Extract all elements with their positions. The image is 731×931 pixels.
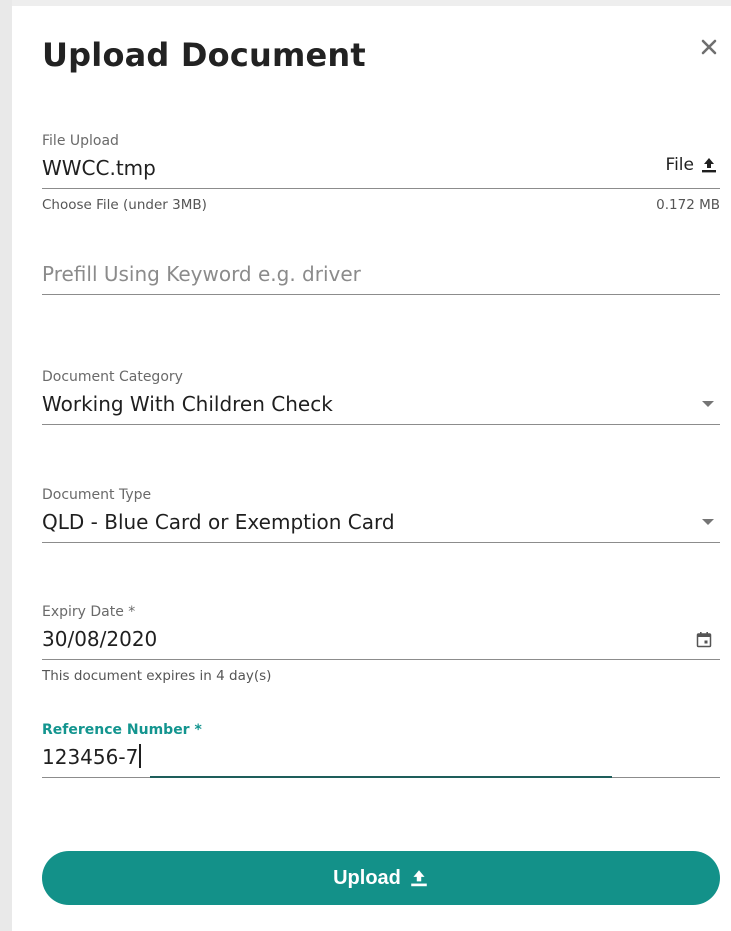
- reference-number-value-wrapper: 123456-7: [42, 744, 142, 770]
- expiry-hint: This document expires in 4 day(s): [42, 668, 272, 684]
- prefill-keyword-placeholder: Prefill Using Keyword e.g. driver: [42, 262, 361, 286]
- expiry-date-field[interactable]: Expiry Date * 30/08/2020 This document e…: [42, 603, 720, 685]
- file-upload-label: File Upload: [42, 133, 119, 149]
- dropdown-arrow-icon: [702, 519, 714, 525]
- file-upload-hint-row: Choose File (under 3MB) 0.172 MB: [42, 196, 720, 214]
- upload-icon: [702, 158, 716, 173]
- close-icon: [701, 39, 717, 55]
- upload-button-label: Upload: [333, 866, 401, 889]
- document-type-label: Document Type: [42, 487, 152, 503]
- document-category-label: Document Category: [42, 369, 183, 385]
- file-upload-row[interactable]: WWCC.tmp File: [42, 150, 720, 189]
- choose-file-button[interactable]: File: [666, 155, 718, 175]
- expiry-date-label: Expiry Date *: [42, 604, 136, 620]
- document-type-value: QLD - Blue Card or Exemption Card: [42, 510, 395, 534]
- focus-underline: [150, 776, 612, 778]
- backdrop-edge: [0, 0, 12, 931]
- calendar-button[interactable]: [696, 631, 712, 652]
- upload-document-dialog: Upload Document File Upload WWCC.tmp Fil…: [12, 6, 731, 931]
- reference-number-value: 123456-7: [42, 745, 139, 769]
- document-category-select[interactable]: Working With Children Check: [42, 386, 720, 425]
- reference-number-label: Reference Number *: [42, 722, 202, 738]
- document-type-field[interactable]: Document Type QLD - Blue Card or Exempti…: [42, 486, 720, 543]
- text-cursor: [139, 744, 142, 768]
- upload-button[interactable]: Upload: [42, 851, 720, 905]
- expiry-date-value: 30/08/2020: [42, 627, 158, 651]
- choose-file-label: File: [665, 155, 694, 175]
- prefill-keyword-field[interactable]: Prefill Using Keyword e.g. driver: [42, 256, 720, 295]
- upload-icon: [411, 870, 427, 887]
- prefill-keyword-input[interactable]: Prefill Using Keyword e.g. driver: [42, 256, 720, 295]
- file-upload-field[interactable]: File Upload WWCC.tmp File Choose File (u…: [42, 132, 720, 214]
- expiry-date-input[interactable]: 30/08/2020: [42, 621, 720, 660]
- file-size-value: 0.172 MB: [656, 197, 720, 213]
- file-name-value: WWCC.tmp: [42, 156, 156, 180]
- reference-number-field[interactable]: Reference Number * 123456-7: [42, 721, 720, 778]
- reference-number-input[interactable]: 123456-7: [42, 739, 720, 778]
- dropdown-arrow-icon: [702, 401, 714, 407]
- document-category-value: Working With Children Check: [42, 392, 333, 416]
- document-type-select[interactable]: QLD - Blue Card or Exemption Card: [42, 504, 720, 543]
- dialog-title: Upload Document: [42, 36, 366, 74]
- document-category-field[interactable]: Document Category Working With Children …: [42, 368, 720, 425]
- calendar-icon: [696, 632, 712, 648]
- close-button[interactable]: [698, 36, 720, 58]
- file-size-hint: Choose File (under 3MB): [42, 197, 207, 213]
